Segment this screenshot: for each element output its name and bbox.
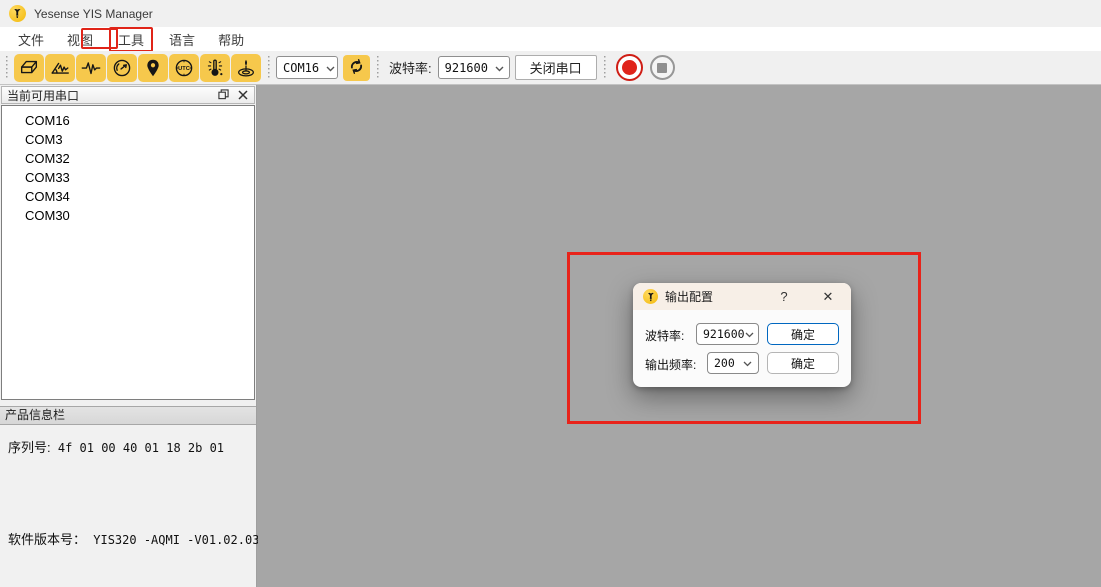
port-list-item[interactable]: COM16	[2, 111, 254, 130]
toolbar: UTC COM16	[0, 51, 1101, 85]
stop-button[interactable]	[650, 55, 675, 80]
toolbar-drag-handle[interactable]	[6, 56, 10, 80]
dialog-logo-icon	[643, 289, 658, 304]
baud-rate-select[interactable]: 921600	[438, 56, 510, 79]
tool-gauge-button[interactable]	[107, 54, 137, 82]
serial-panel-title: 当前可用串口	[7, 87, 79, 104]
record-icon	[622, 60, 637, 75]
dialog-baud-label: 波特率:	[645, 327, 684, 344]
chevron-down-icon	[743, 356, 752, 370]
menu-view[interactable]: 视图	[58, 27, 102, 52]
refresh-ports-button[interactable]	[343, 55, 370, 81]
dialog-output-rate-label: 输出频率:	[645, 356, 696, 373]
software-version-label: 软件版本号：	[8, 532, 86, 547]
float-window-icon	[218, 88, 229, 103]
baud-rate-label: 波特率:	[389, 58, 432, 77]
port-select-value: COM16	[283, 61, 319, 75]
product-info-header: 产品信息栏	[0, 406, 256, 425]
dialog-help-button[interactable]: ?	[771, 283, 797, 310]
dialog-baud-select[interactable]: 921600	[696, 323, 759, 345]
baud-rate-value: 921600	[445, 61, 488, 75]
product-info-area: 序列号: 4f 01 00 40 01 18 2b 01 软件版本号： YIS3…	[0, 425, 256, 587]
software-version-line: 软件版本号： YIS320 -AQMI -V01.02.03;	[8, 529, 267, 548]
dialog-output-rate-select[interactable]: 200	[707, 352, 759, 374]
cuboid-3d-icon	[18, 57, 40, 79]
tool-angle-waveform-button[interactable]	[45, 54, 75, 82]
serial-number-line: 序列号: 4f 01 00 40 01 18 2b 01	[8, 437, 224, 456]
serial-number-label: 序列号:	[8, 440, 51, 455]
port-list-item[interactable]: COM3	[2, 130, 254, 149]
tool-utc-clock-button[interactable]: UTC	[169, 54, 199, 82]
port-list-item[interactable]: COM32	[2, 149, 254, 168]
chevron-down-icon	[745, 327, 754, 341]
close-serial-port-button[interactable]: 关闭串口	[515, 55, 597, 80]
toolbar-drag-handle[interactable]	[604, 56, 608, 80]
toolbar-drag-handle[interactable]	[377, 56, 381, 80]
serial-port-panel: 当前可用串口 COM16 COM3 COM32 COM33 COM34 COM3…	[0, 85, 257, 587]
baud-confirm-button[interactable]: 确定	[767, 323, 839, 345]
chevron-down-icon	[326, 61, 335, 75]
dialog-title: 输出配置	[665, 288, 713, 305]
menu-help[interactable]: 帮助	[209, 27, 253, 52]
port-list-item[interactable]: COM33	[2, 168, 254, 187]
port-list-item[interactable]: COM30	[2, 206, 254, 225]
tool-3d-attitude-button[interactable]	[14, 54, 44, 82]
baud-rate-row: 波特率: 921600 确定	[633, 323, 851, 345]
stop-icon	[657, 63, 667, 73]
close-panel-button[interactable]	[235, 88, 251, 102]
dialog-output-rate-value: 200	[714, 356, 735, 370]
waveform-icon	[80, 57, 102, 79]
port-select[interactable]: COM16	[276, 56, 338, 79]
tool-waveform-button[interactable]	[76, 54, 106, 82]
menu-language[interactable]: 语言	[160, 27, 204, 52]
serial-panel-header: 当前可用串口	[1, 86, 255, 104]
available-ports-list: COM16 COM3 COM32 COM33 COM34 COM30	[1, 105, 255, 400]
gauge-icon	[111, 57, 133, 79]
tool-location-button[interactable]	[138, 54, 168, 82]
float-panel-button[interactable]	[215, 88, 231, 102]
window-title: Yesense YIS Manager	[34, 7, 153, 21]
menu-file[interactable]: 文件	[9, 27, 53, 52]
output-rate-row: 输出频率: 200 确定	[633, 352, 851, 374]
output-rate-confirm-button[interactable]: 确定	[767, 352, 839, 374]
svg-text:UTC: UTC	[178, 66, 190, 72]
menu-bar: 文件 视图 工具 语言 帮助	[0, 27, 1101, 51]
angle-waveform-icon	[49, 57, 71, 79]
refresh-icon	[348, 58, 365, 78]
chevron-down-icon	[495, 61, 504, 75]
tool-vibration-temperature-button[interactable]	[200, 54, 230, 82]
software-version-value: YIS320 -AQMI -V01.02.03;	[93, 533, 266, 547]
record-button[interactable]	[616, 54, 643, 81]
close-icon	[238, 88, 248, 103]
port-list-item[interactable]: COM34	[2, 187, 254, 206]
vibration-thermometer-icon	[204, 57, 226, 79]
dialog-close-button[interactable]: ✕	[813, 283, 843, 310]
menu-tools[interactable]: 工具	[109, 27, 153, 52]
level-pin-icon	[235, 57, 257, 79]
toolbar-drag-handle[interactable]	[268, 56, 272, 80]
dialog-baud-value: 921600	[703, 327, 745, 341]
output-config-dialog: 输出配置 ? ✕ 波特率: 921600 确定 输出频率: 200 确定	[633, 283, 851, 387]
tool-level-pin-button[interactable]	[231, 54, 261, 82]
title-bar: Yesense YIS Manager	[0, 0, 1101, 27]
app-logo-icon	[9, 5, 26, 22]
serial-number-value: 4f 01 00 40 01 18 2b 01	[58, 441, 224, 455]
location-pin-icon	[142, 57, 164, 79]
utc-clock-icon: UTC	[173, 57, 195, 79]
